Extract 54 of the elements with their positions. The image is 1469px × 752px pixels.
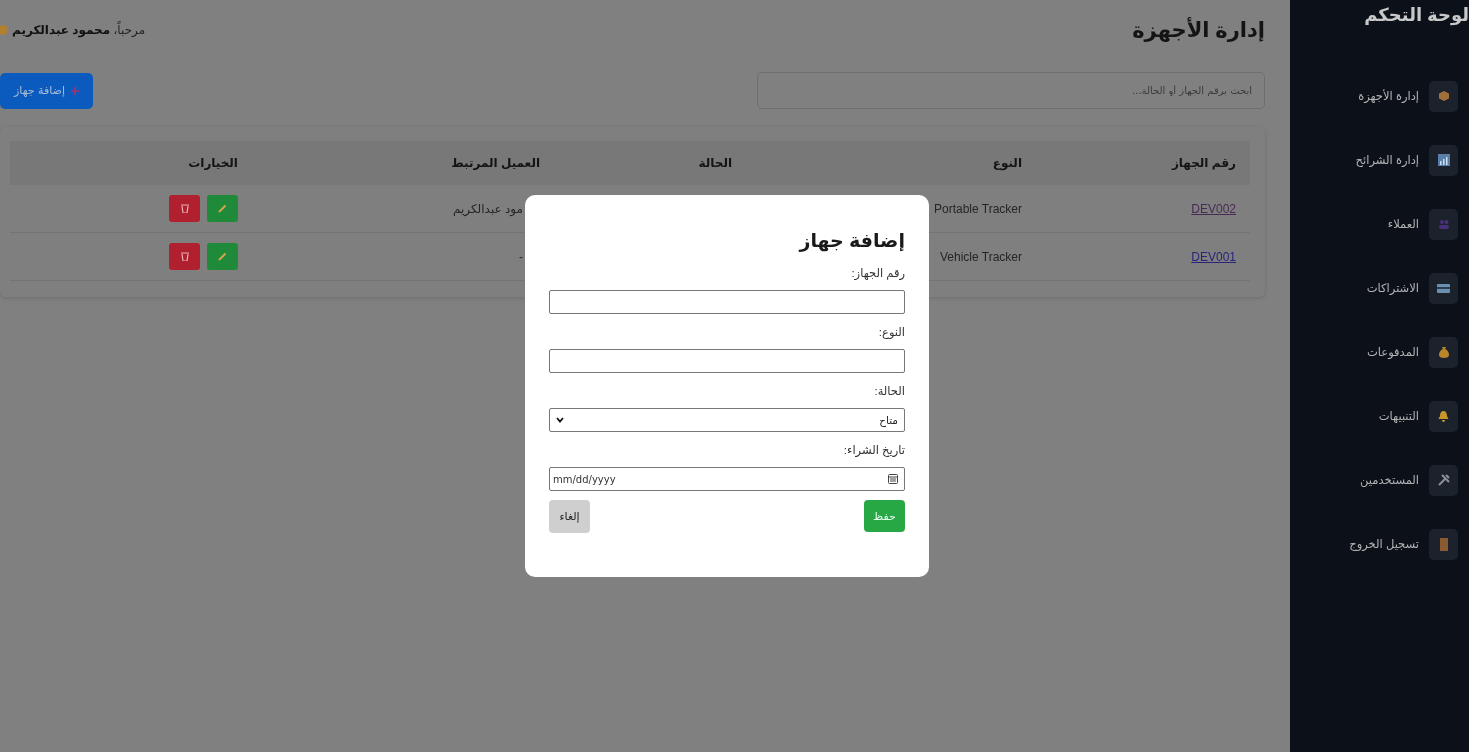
table-cell: Portable Tracker (933, 201, 1022, 216)
field-label: رقم الجهاز: (850, 266, 905, 280)
status-select[interactable]: متاح (549, 408, 905, 432)
date-field[interactable]: mm/dd/yyyy (549, 467, 905, 491)
icon-tile[interactable] (1429, 80, 1458, 112)
table-cell: - (519, 249, 523, 264)
money-bag-icon (1438, 346, 1449, 358)
sidebar-item[interactable]: إدارة الأجهزة (1358, 89, 1419, 103)
door-icon (1439, 537, 1448, 551)
icon-tile[interactable] (1429, 336, 1458, 368)
sidebar-item[interactable]: المستخدمين (1360, 473, 1419, 487)
field-label: تاريخ الشراء: (842, 443, 905, 457)
bell-icon (1438, 410, 1449, 422)
card-icon (1437, 283, 1450, 293)
icon-tile[interactable] (1429, 464, 1458, 496)
sidebar-item[interactable]: إدارة الشرائح (1355, 153, 1419, 167)
tools-icon (1437, 474, 1450, 486)
text-field[interactable] (549, 290, 905, 314)
cancel-button[interactable]: إلغاء (549, 500, 590, 533)
field-label: الحالة: (873, 384, 905, 398)
greeting-text: مرحباً، محمود عبدالكريم (12, 23, 146, 37)
chevron-icon (556, 417, 564, 423)
field-label: النوع: (877, 325, 905, 339)
sidebar-item[interactable]: التنبيهات (1378, 409, 1419, 423)
column-header: الخيارات (10, 141, 252, 185)
icon-tile[interactable] (1429, 208, 1458, 240)
icon-tile[interactable] (1429, 144, 1458, 176)
table-cell: Vehicle Tracker (939, 249, 1022, 264)
calendar-icon (888, 474, 898, 484)
people-icon (1437, 219, 1450, 229)
icon-tile[interactable] (1429, 400, 1458, 432)
text-field[interactable] (549, 349, 905, 373)
trash-icon (180, 204, 189, 213)
sidebar-item[interactable]: العملاء (1387, 217, 1419, 231)
bar-chart-icon (1437, 154, 1450, 166)
dialog-title: إضافة جهاز (797, 229, 905, 252)
pencil-icon (218, 252, 227, 261)
page-title: إدارة الأجهزة (1132, 18, 1265, 42)
column-header: العميل المرتبط (252, 141, 554, 185)
column-header: الحالة (554, 141, 746, 185)
column-header: النوع (746, 141, 1036, 185)
sidebar-item[interactable]: المدفوعات (1367, 345, 1419, 359)
sidebar-item[interactable]: تسجيل الخروج (1349, 537, 1419, 551)
trash-icon (180, 252, 189, 261)
plus-icon (70, 86, 79, 95)
sidebar-item[interactable]: الاشتراكات (1366, 281, 1419, 295)
user-icon (0, 24, 8, 36)
icon-tile[interactable] (1429, 272, 1458, 304)
box-icon (1437, 90, 1450, 102)
icon-tile[interactable] (1429, 528, 1458, 560)
column-header: رقم الجهاز (1036, 141, 1250, 185)
table-cell: مود عبدالكريم (453, 201, 523, 216)
sidebar-title: لوحة التحكم (1363, 4, 1469, 26)
pencil-icon (218, 204, 227, 213)
